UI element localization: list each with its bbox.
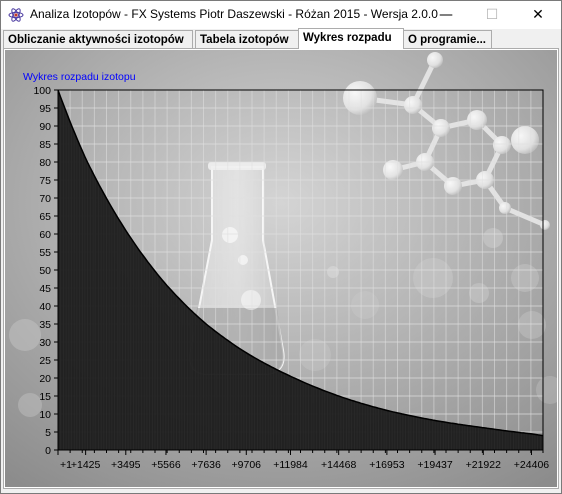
y-tick-label: 5: [45, 427, 51, 439]
y-tick-label: 80: [39, 157, 51, 169]
atom-icon: [8, 8, 24, 22]
x-tick-label: +19437: [417, 459, 452, 471]
y-tick-label: 70: [39, 193, 51, 205]
y-tick-label: 95: [39, 103, 51, 115]
y-tick-label: 45: [39, 283, 51, 295]
x-tick-label: +16953: [369, 459, 404, 471]
window-title: Analiza Izotopów - FX Systems Piotr Dasz…: [30, 7, 438, 21]
app-window: Analiza Izotopów - FX Systems Piotr Dasz…: [0, 0, 562, 494]
x-tick-label: +9706: [232, 459, 262, 471]
y-tick-label: 35: [39, 319, 51, 331]
minimize-button[interactable]: —: [423, 1, 469, 29]
tab-o-programie[interactable]: O programie...: [403, 30, 492, 48]
y-tick-label: 25: [39, 355, 51, 367]
y-tick-label: 65: [39, 211, 51, 223]
x-tick-label: +7636: [191, 459, 221, 471]
close-icon: ✕: [532, 7, 544, 23]
maximize-icon: ☐: [485, 7, 499, 23]
x-tick-label: +5566: [151, 459, 181, 471]
y-tick-label: 55: [39, 247, 51, 259]
x-tick-label: +14468: [321, 459, 356, 471]
y-tick-label: 100: [33, 85, 51, 97]
tab-panel-wykres: Wykres rozpadu izotopu 0 5 10 15 20 25 30 35 40 45…: [3, 48, 562, 489]
maximize-button[interactable]: ☐: [469, 1, 515, 29]
chart-title: Wykres rozpadu izotopu: [23, 71, 136, 83]
decay-chart: Wykres rozpadu izotopu 0 5 10 15 20 25 30 35 40 45…: [5, 50, 562, 487]
y-tick-label: 20: [39, 373, 51, 385]
tab-strip: Obliczanie aktywności izotopów Tabela iz…: [3, 28, 559, 49]
x-tick-label: +1425: [71, 459, 101, 471]
x-tick-label: +21922: [466, 459, 501, 471]
title-bar[interactable]: Analiza Izotopów - FX Systems Piotr Dasz…: [1, 1, 561, 29]
y-tick-label: 50: [39, 265, 51, 277]
y-tick-label: 0: [45, 445, 51, 457]
tab-tabela[interactable]: Tabela izotopów: [195, 30, 299, 48]
y-tick-label: 85: [39, 139, 51, 151]
y-tick-label: 75: [39, 175, 51, 187]
x-tick-label: +11984: [273, 459, 308, 471]
decay-chart-svg: Wykres rozpadu izotopu 0 5 10 15 20 25 30 35 40 45…: [5, 50, 562, 487]
minimize-icon: —: [439, 7, 453, 23]
y-tick-label: 60: [39, 229, 51, 241]
y-tick-label: 10: [39, 409, 51, 421]
x-tick-label: +24406: [514, 459, 549, 471]
y-tick-label: 90: [39, 121, 51, 133]
y-tick-label: 30: [39, 337, 51, 349]
y-tick-label: 15: [39, 391, 51, 403]
tab-obliczanie[interactable]: Obliczanie aktywności izotopów: [3, 30, 193, 48]
y-tick-label: 40: [39, 301, 51, 313]
close-button[interactable]: ✕: [515, 1, 561, 29]
tab-wykres[interactable]: Wykres rozpadu: [298, 28, 404, 49]
x-tick-label: +3495: [111, 459, 141, 471]
